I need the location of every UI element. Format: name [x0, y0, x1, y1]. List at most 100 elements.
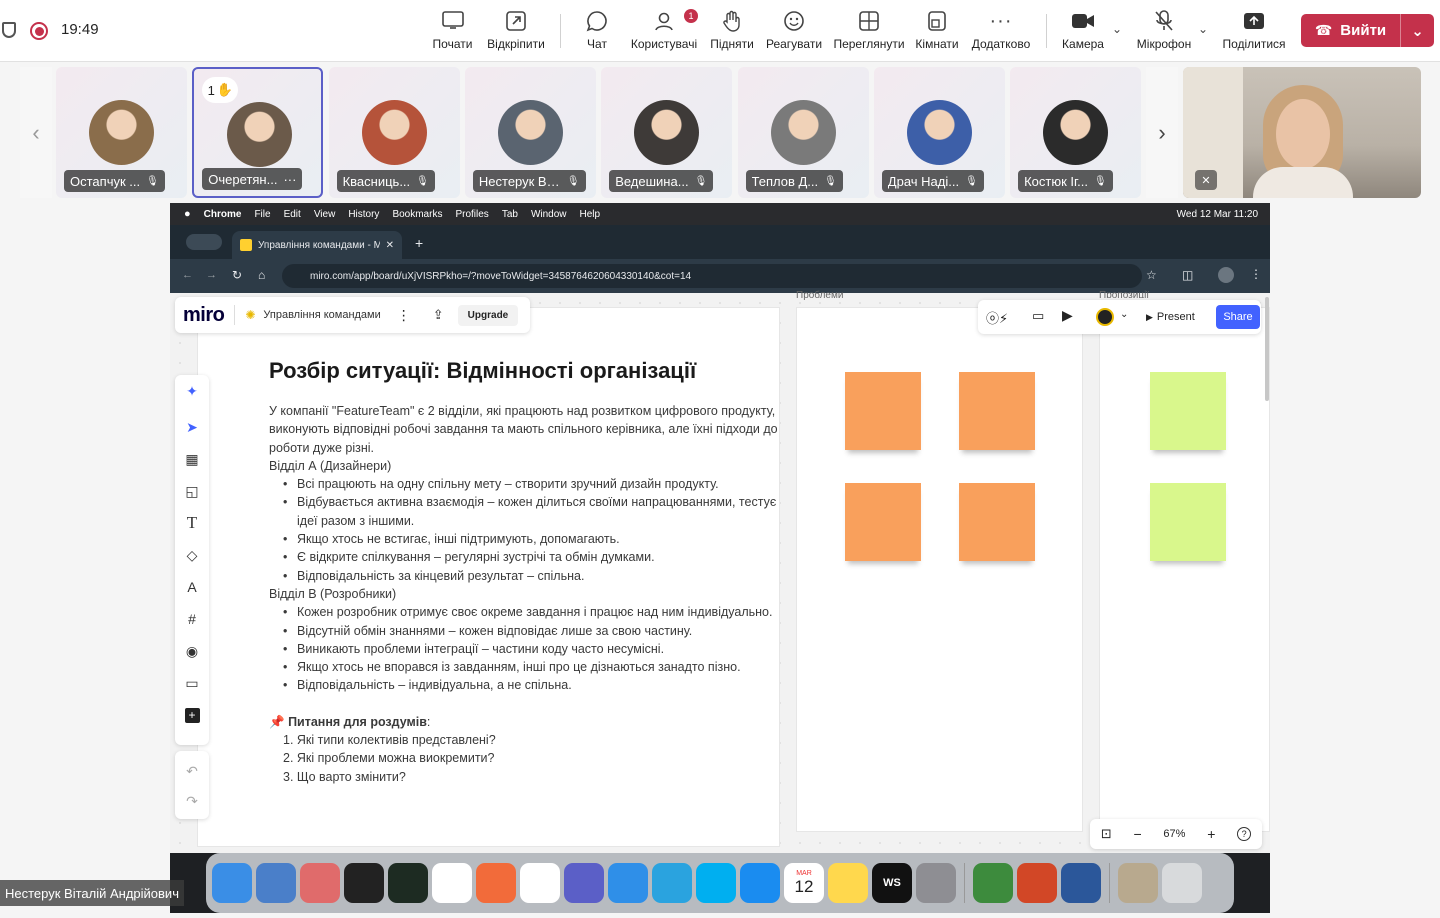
participant-tile[interactable]: Нестерук Віта... 🎙	[464, 67, 596, 198]
sticky-note[interactable]	[1150, 483, 1226, 561]
help-icon[interactable]: ?	[1237, 827, 1252, 841]
user-avatar[interactable]	[1096, 308, 1114, 326]
miro-logo[interactable]: miro	[183, 304, 225, 327]
word-app-icon[interactable]	[1061, 863, 1101, 903]
participant-tile[interactable]: Квасниць... 🎙	[328, 67, 460, 198]
nav-forward-icon[interactable]: →	[206, 269, 217, 281]
mac-menu-item[interactable]: Tab	[502, 209, 518, 220]
browser-menu-icon[interactable]: ⋮	[1250, 267, 1262, 281]
preview-app-icon[interactable]	[256, 863, 296, 903]
shapes-icon[interactable]: ◇	[175, 543, 209, 567]
webstorm-app-icon[interactable]: WS	[872, 863, 912, 903]
skype-app-icon[interactable]	[696, 863, 736, 903]
mac-menu-item[interactable]: Edit	[284, 209, 301, 220]
miro-board-canvas[interactable]: Розбір ситуації: Відмінності організації…	[170, 290, 1270, 853]
participant-tile[interactable]: Остапчук ... 🎙	[56, 67, 187, 198]
sticky-note[interactable]	[845, 372, 921, 450]
chat-button[interactable]: Чат	[582, 8, 612, 56]
launchpad-app-icon[interactable]	[300, 863, 340, 903]
participant-tile[interactable]: Костюк Іг... 🎙	[1010, 67, 1142, 198]
nav-back-icon[interactable]: ←	[182, 269, 193, 281]
people-button[interactable]: 1 Користувачі	[628, 8, 700, 56]
ai-sparkle-icon[interactable]: ✦	[175, 379, 209, 403]
comments-icon[interactable]: ▭	[1032, 308, 1044, 324]
teams-app-icon[interactable]	[564, 863, 604, 903]
pen-app-icon[interactable]	[476, 863, 516, 903]
view-button[interactable]: Переглянути	[830, 8, 908, 56]
participant-tile[interactable]: 1 ✋ Очеретян... ···	[192, 67, 324, 198]
telegram-app-icon[interactable]	[652, 863, 692, 903]
url-input[interactable]: miro.com/app/board/uXjVISRPkho=/?moveToW…	[282, 264, 1142, 288]
mac-menu-item[interactable]: Help	[580, 209, 601, 220]
participant-tile[interactable]: Теплов Д... 🎙	[737, 67, 869, 198]
leave-button[interactable]: ☎ Вийти ⌄	[1301, 14, 1434, 47]
extensions-icon[interactable]: ◫	[1182, 268, 1193, 282]
sticky-note[interactable]	[845, 483, 921, 561]
star-icon[interactable]: ☆	[1146, 268, 1157, 282]
pen-icon[interactable]: A	[175, 575, 209, 599]
sticky-note-icon[interactable]: ◱	[175, 479, 209, 503]
participant-tile[interactable]: Драч Наді... 🎙	[873, 67, 1005, 198]
mac-menu-item[interactable]: History	[348, 209, 379, 220]
board-name[interactable]: Управління командами	[263, 309, 380, 321]
close-tab-icon[interactable]: ✕	[386, 240, 394, 251]
proposals-frame[interactable]	[1099, 307, 1270, 832]
text-icon[interactable]: T	[175, 511, 209, 535]
video-call-icon[interactable]: ▶	[1062, 307, 1073, 324]
mac-menu-item[interactable]: Window	[531, 209, 567, 220]
calendar-app-icon[interactable]: MAR 12	[784, 863, 824, 903]
new-tab-icon[interactable]: +	[415, 235, 423, 251]
home-icon[interactable]: ⌂	[258, 268, 265, 282]
sticky-note[interactable]	[959, 483, 1035, 561]
undo-icon[interactable]: ↶	[175, 759, 209, 783]
camera-button[interactable]: Камера	[1058, 8, 1108, 56]
redo-icon[interactable]: ↷	[175, 789, 209, 813]
start-button[interactable]: Почати	[430, 8, 475, 56]
mac-menu-item[interactable]: View	[314, 209, 336, 220]
templates-icon[interactable]: ▦	[175, 447, 209, 471]
export-icon[interactable]: ⇪	[433, 307, 444, 323]
vertical-scrollbar[interactable]	[1265, 297, 1269, 401]
tab-group-icon[interactable]	[186, 234, 222, 250]
finder-app-icon[interactable]	[212, 863, 252, 903]
camera-options-chevron-icon[interactable]: ⌄	[1112, 22, 1122, 36]
leave-options-chevron-icon[interactable]: ⌄	[1401, 22, 1434, 40]
fit-screen-icon[interactable]: ⊡	[1101, 826, 1112, 842]
react-button[interactable]: Реагувати	[764, 8, 824, 56]
raise-hand-button[interactable]: Підняти	[708, 8, 756, 56]
select-cursor-icon[interactable]: ➤	[175, 415, 209, 439]
board-menu-icon[interactable]: ⋮	[397, 307, 411, 324]
powerpoint-app-icon[interactable]	[1017, 863, 1057, 903]
popout-button[interactable]: Відкріпити	[484, 8, 548, 56]
rooms-button[interactable]: Кімнати	[912, 8, 962, 56]
zoom-out-icon[interactable]: −	[1134, 826, 1142, 842]
terminal-app-icon[interactable]	[344, 863, 384, 903]
settings-app-icon[interactable]	[916, 863, 956, 903]
user-menu-chevron-icon[interactable]: ⌄	[1120, 309, 1128, 320]
browser-tab[interactable]: Управління командами - Mi ✕	[232, 231, 402, 259]
reactions-icon[interactable]: ⓞ⚡	[986, 308, 1008, 327]
sticky-note[interactable]	[1150, 372, 1226, 450]
zoom-in-icon[interactable]: +	[1207, 826, 1215, 842]
mac-menu-item[interactable]: Bookmarks	[392, 209, 442, 220]
mic-options-chevron-icon[interactable]: ⌄	[1198, 22, 1208, 36]
share-board-button[interactable]: Share	[1216, 305, 1260, 329]
more-button[interactable]: ··· Додатково	[968, 8, 1034, 56]
mac-menu-item[interactable]: Chrome	[204, 209, 242, 220]
chatgpt-app-icon[interactable]	[432, 863, 472, 903]
participants-prev-arrow[interactable]: ‹	[20, 67, 52, 198]
present-button[interactable]: ▶ Present	[1138, 306, 1203, 328]
participants-next-arrow[interactable]: ›	[1146, 67, 1178, 198]
frame-icon[interactable]: #	[175, 607, 209, 631]
palette-icon[interactable]: ◉	[175, 639, 209, 663]
cursor-app-icon[interactable]	[973, 863, 1013, 903]
notes-app-icon[interactable]	[828, 863, 868, 903]
mac-menu-item[interactable]: File	[254, 209, 270, 220]
case-frame[interactable]: Розбір ситуації: Відмінності організації…	[197, 307, 780, 847]
trash-app-icon[interactable]	[1162, 863, 1202, 903]
problems-frame[interactable]	[796, 307, 1083, 832]
activity-app-icon[interactable]	[388, 863, 428, 903]
mac-menu-item[interactable]: Profiles	[455, 209, 488, 220]
sticky-note[interactable]	[959, 372, 1035, 450]
mic-button[interactable]: Мікрофон	[1134, 8, 1194, 56]
